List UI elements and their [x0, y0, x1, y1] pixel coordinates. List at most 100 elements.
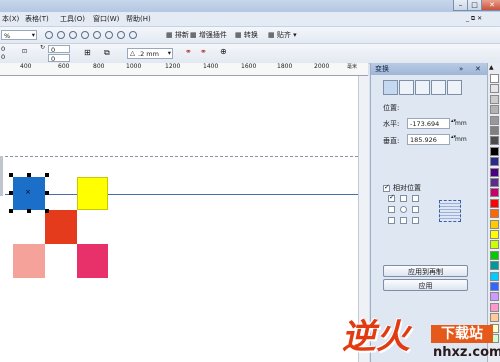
selection-handle[interactable] — [9, 209, 13, 213]
palette-swatch[interactable] — [490, 240, 499, 250]
anchor-br[interactable] — [412, 217, 419, 224]
maximize-icon[interactable]: □ — [467, 0, 482, 11]
guideline[interactable] — [0, 156, 358, 157]
palette-swatch[interactable] — [490, 115, 499, 125]
palette-swatch[interactable] — [490, 261, 499, 271]
scale-tab-icon[interactable] — [415, 80, 430, 95]
palette-swatch[interactable] — [490, 84, 499, 94]
palette-swatch[interactable] — [490, 250, 499, 260]
palette-swatch[interactable] — [490, 136, 499, 146]
weld-icon[interactable]: ⚭ — [185, 47, 192, 56]
relative-position-checkbox[interactable]: ✓ — [383, 183, 390, 192]
anchor-tr[interactable] — [412, 195, 419, 202]
magenta-square[interactable] — [77, 244, 108, 278]
menu-item-table[interactable]: 表格(T) — [25, 13, 49, 25]
selection-handle[interactable] — [27, 209, 31, 213]
x-value[interactable]: 0 — [1, 45, 5, 53]
vertical-unit: mm — [455, 136, 467, 143]
yellow-square[interactable] — [77, 177, 108, 210]
selection-handle[interactable] — [45, 209, 49, 213]
pink-square[interactable] — [13, 244, 45, 278]
arrange-button[interactable]: ▦ 排新 — [166, 29, 189, 41]
docker-close-icon[interactable]: ✕ — [475, 63, 481, 75]
zoom-selected-icon[interactable] — [69, 31, 77, 39]
apply-to-duplicate-button[interactable]: 应用到再制 — [383, 265, 468, 277]
zoom-height-icon[interactable] — [117, 31, 125, 39]
zoom-in-icon[interactable] — [45, 31, 53, 39]
palette-swatch[interactable] — [490, 74, 499, 83]
anchor-mr[interactable] — [412, 206, 419, 213]
lock-ratio-icon[interactable]: ⊡ — [22, 48, 27, 55]
page-edge — [0, 156, 3, 196]
pan-icon[interactable] — [129, 31, 137, 39]
outline-width-combo[interactable]: △ .2 mm ▾ — [127, 48, 173, 59]
snap-button[interactable]: ▦ 贴齐 ▾ — [268, 29, 297, 41]
brand-logo: 逆火 — [340, 317, 417, 357]
size-tab-icon[interactable] — [431, 80, 446, 95]
align-icon[interactable]: ⊞ — [84, 48, 91, 57]
menu-item-text[interactable]: 本(X) — [2, 13, 19, 25]
palette-swatch[interactable] — [490, 188, 499, 198]
horizontal-value: -173.694 — [410, 120, 440, 128]
skew-tab-icon[interactable] — [447, 80, 462, 95]
selection-handle[interactable] — [9, 191, 13, 195]
zoom-page-icon[interactable] — [93, 31, 101, 39]
docker-collapse-icon[interactable]: » — [459, 63, 463, 75]
height-field[interactable]: 0 — [48, 54, 70, 63]
selection-handle[interactable] — [45, 191, 49, 195]
minimize-icon[interactable]: – — [453, 0, 468, 11]
y-value[interactable]: 0 — [1, 53, 5, 61]
close-icon[interactable]: ✕ — [481, 0, 500, 11]
palette-scroll-up-icon[interactable]: ▲ — [489, 64, 494, 71]
horizontal-input[interactable]: -173.694 — [407, 118, 450, 129]
width-field[interactable]: 0 — [48, 45, 70, 54]
anchor-tc[interactable] — [400, 195, 407, 202]
anchor-bl[interactable] — [388, 217, 395, 224]
selection-handle[interactable] — [45, 173, 49, 177]
docker-titlebar[interactable]: 变换 » ✕ — [371, 63, 488, 75]
palette-swatch[interactable] — [490, 178, 499, 187]
palette-swatch[interactable] — [490, 157, 499, 167]
palette-swatch[interactable] — [490, 94, 499, 104]
apply-to-duplicate-label: 应用到再制 — [408, 268, 443, 276]
menu-item-help[interactable]: 帮助(H) — [126, 13, 151, 25]
anchor-ml[interactable] — [388, 206, 395, 213]
convert-button[interactable]: ▦ 转换 — [235, 29, 258, 41]
menu-item-window[interactable]: 窗口(W) — [93, 13, 119, 25]
selection-handle[interactable] — [27, 173, 31, 177]
palette-swatch[interactable] — [490, 167, 499, 177]
position-tab-icon[interactable] — [383, 80, 398, 95]
window-titlebar: – □ ✕ — [0, 0, 500, 12]
palette-swatch[interactable] — [490, 198, 499, 208]
palette-swatch[interactable] — [490, 271, 499, 281]
palette-swatch[interactable] — [490, 282, 499, 291]
zoom-combo[interactable]: % ▾ — [1, 30, 37, 40]
zoom-width-icon[interactable] — [105, 31, 113, 39]
zoom-all-icon[interactable] — [81, 31, 89, 39]
red-square[interactable] — [45, 210, 77, 244]
palette-swatch[interactable] — [490, 292, 499, 302]
palette-swatch[interactable] — [490, 209, 499, 219]
palette-swatch[interactable] — [490, 230, 499, 239]
to-front-icon[interactable]: ⧉ — [104, 48, 110, 58]
trim-icon[interactable]: ⚭ — [200, 47, 207, 56]
anchor-mc[interactable] — [400, 206, 407, 213]
anchor-tl[interactable]: ✓ — [388, 193, 395, 202]
property-bar: 0 0 ⊡ ↻ 0 0 ⊞ ⧉ △ .2 mm ▾ ⚭ ⚭ ⊕ — [0, 44, 500, 64]
site-name: 下载站 — [431, 325, 493, 343]
menu-item-tools[interactable]: 工具(O) — [60, 13, 85, 25]
horizontal-ruler[interactable] — [0, 63, 368, 76]
palette-swatch[interactable] — [490, 126, 499, 135]
zoom-out-icon[interactable] — [57, 31, 65, 39]
palette-swatch[interactable] — [490, 219, 499, 229]
palette-swatch[interactable] — [490, 105, 499, 115]
selection-handle[interactable] — [9, 173, 13, 177]
palette-swatch[interactable] — [490, 146, 499, 156]
anchor-bc[interactable] — [400, 217, 407, 224]
apply-button[interactable]: 应用 — [383, 279, 468, 291]
vertical-input[interactable]: 185.926 — [407, 134, 450, 145]
crosshair-icon[interactable]: ⊕ — [220, 47, 227, 56]
rotate-tab-icon[interactable] — [399, 80, 414, 95]
restore-icon[interactable]: _ ⧉ ✕ — [466, 13, 482, 25]
plugin-button[interactable]: ▦ 增强插件 — [190, 29, 227, 41]
